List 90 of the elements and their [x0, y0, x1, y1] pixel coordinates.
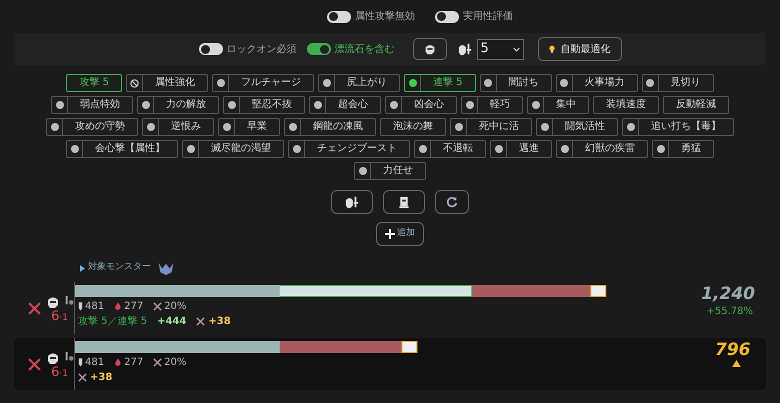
- rank-sub: ·1: [59, 314, 68, 322]
- reset-button[interactable]: [435, 190, 469, 214]
- skill-chip[interactable]: 鋼龍の凍風: [284, 118, 376, 136]
- skill-chip[interactable]: 反動軽減: [663, 96, 729, 114]
- skill-chip[interactable]: 装填速度: [593, 96, 659, 114]
- toggle-switch[interactable]: [198, 43, 222, 55]
- attack-value: 481: [85, 300, 104, 314]
- remove-icon[interactable]: [28, 302, 41, 314]
- skill-chip[interactable]: 不退転: [414, 140, 486, 158]
- skill-chip[interactable]: 集中: [527, 96, 589, 114]
- lightbulb-icon: [548, 45, 554, 53]
- crit-icon: [78, 373, 87, 382]
- crit-bonus: +38: [208, 315, 231, 329]
- toggle-switch[interactable]: [306, 43, 330, 55]
- skill-chip[interactable]: 堅忍不抜: [223, 96, 305, 114]
- gain-value: +444: [157, 315, 186, 329]
- affinity-value: 20%: [164, 356, 186, 370]
- affinity-value: 20%: [164, 300, 186, 314]
- element-value: 277: [124, 300, 144, 314]
- skill-chip[interactable]: 軽巧: [461, 96, 523, 114]
- skill-chip[interactable]: 早業: [218, 118, 280, 136]
- target-monster-toggle[interactable]: 対象モンスター: [80, 261, 151, 275]
- sort-icon: [344, 195, 360, 209]
- best-marker-icon: [732, 360, 740, 367]
- attack-value: 481: [85, 356, 104, 370]
- skill-chip[interactable]: 邁進: [490, 140, 552, 158]
- toggle-switch[interactable]: [435, 10, 459, 22]
- score-change: +55.78%: [706, 305, 754, 319]
- toggle-switch[interactable]: [327, 10, 351, 22]
- rank-number: 6: [51, 310, 60, 322]
- flame-icon: [114, 302, 122, 311]
- skill-chip[interactable]: 尻上がり: [318, 74, 400, 92]
- skill-chip[interactable]: 凶会心: [385, 96, 457, 114]
- toggle-label: ロックオン必須: [226, 42, 296, 56]
- exclude-button[interactable]: [412, 38, 446, 60]
- score-value: 1,240: [701, 284, 755, 304]
- skill-chip[interactable]: フルチャージ: [212, 74, 314, 92]
- chevron-down-icon: [512, 46, 520, 52]
- sort-icon: [456, 42, 472, 56]
- skill-chip[interactable]: 超会心: [309, 96, 381, 114]
- skill-chip[interactable]: 力任せ: [354, 162, 426, 180]
- skill-chip[interactable]: 追い打ち【毒】: [622, 118, 734, 136]
- score-value: 796: [715, 340, 750, 360]
- skill-chip[interactable]: 泡沫の舞: [380, 118, 446, 136]
- optimize-button[interactable]: 自動最適化: [538, 37, 622, 61]
- count-select[interactable]: 5: [476, 38, 524, 60]
- toggle-label: 実用性評価: [463, 10, 513, 24]
- plus-icon: [385, 229, 395, 239]
- rank-sub: ·1: [59, 370, 68, 378]
- crit-bonus: +38: [90, 371, 112, 385]
- book-button[interactable]: [383, 190, 425, 214]
- element-value: 277: [124, 356, 144, 370]
- flame-icon: [114, 358, 122, 367]
- prohibited-icon: [130, 78, 139, 88]
- skill-chip[interactable]: 会心撃【属性】: [66, 140, 178, 158]
- skill-chip[interactable]: 属性強化: [126, 74, 208, 92]
- toggle-label: 漂流石を含む: [334, 42, 394, 56]
- skill-chip[interactable]: 攻めの守勢: [46, 118, 138, 136]
- sword-icon: [78, 358, 83, 367]
- skill-chip[interactable]: 火事場力: [556, 74, 638, 92]
- bar-cap: [401, 341, 418, 353]
- caret-right-icon: [80, 264, 85, 272]
- skill-chip[interactable]: 見切り: [642, 74, 714, 92]
- remove-icon[interactable]: [28, 358, 41, 370]
- skill-chip[interactable]: 滅尽龍の渇望: [182, 140, 284, 158]
- skills-text: 攻撃 5／連撃 5: [78, 314, 148, 329]
- sort-button[interactable]: [331, 190, 373, 214]
- sword-icon: [78, 302, 83, 311]
- skill-chip[interactable]: 連撃 5: [404, 74, 476, 92]
- rank-number: 6: [51, 366, 60, 378]
- skill-chip[interactable]: 力の解放: [137, 96, 219, 114]
- add-button[interactable]: 追加: [376, 222, 424, 246]
- book-icon: [398, 196, 410, 208]
- skill-chip[interactable]: 弱点特効: [51, 96, 133, 114]
- bar-cap: [590, 285, 606, 297]
- weapon-icon: [63, 352, 74, 363]
- toggle-label: 属性攻撃無効: [355, 10, 415, 24]
- crit-icon: [153, 358, 162, 367]
- skill-chip[interactable]: 闇討ち: [480, 74, 552, 92]
- skill-chip[interactable]: チェンジブースト: [288, 140, 410, 158]
- skill-chip[interactable]: 攻撃 5: [66, 74, 122, 92]
- skill-chip[interactable]: 幻獣の疾雷: [556, 140, 648, 158]
- weapon-icon: [63, 296, 74, 307]
- refresh-icon: [446, 196, 458, 208]
- crit-icon: [196, 317, 206, 326]
- skill-chip[interactable]: 逆恨み: [142, 118, 214, 136]
- skill-chip[interactable]: 死中に活: [450, 118, 532, 136]
- skill-chip[interactable]: 勇猛: [652, 140, 714, 158]
- skill-chip[interactable]: 闘気活性: [536, 118, 618, 136]
- crit-icon: [153, 302, 162, 311]
